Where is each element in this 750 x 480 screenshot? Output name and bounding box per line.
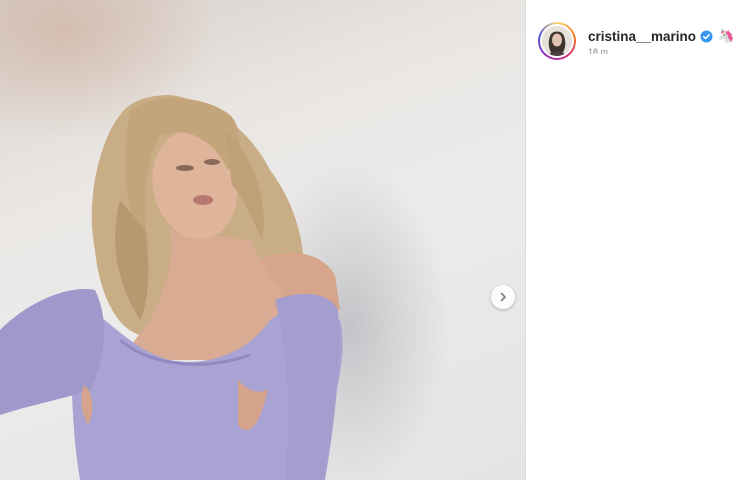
post-header: cristina__marino 🦄 18 m: [538, 22, 734, 60]
post-viewer: cristina__marino 🦄 18 m: [0, 0, 750, 480]
post-side-panel: cristina__marino 🦄 18 m: [526, 0, 750, 480]
post-meta: cristina__marino 🦄 18 m: [588, 22, 734, 54]
unicorn-emoji: 🦄: [718, 28, 735, 43]
post-photo: [0, 95, 343, 480]
avatar-story-ring[interactable]: [538, 22, 576, 60]
verified-badge-icon: [700, 29, 713, 43]
avatar-image: [542, 26, 572, 56]
post-media[interactable]: [0, 0, 525, 480]
post-timestamp: 18 m: [588, 47, 609, 54]
next-photo-button[interactable]: [491, 285, 515, 309]
username-row: cristina__marino 🦄: [588, 28, 734, 44]
avatar: [542, 26, 572, 56]
username-link[interactable]: cristina__marino: [588, 29, 696, 44]
avatar-frame: [540, 24, 574, 58]
chevron-right-icon: [500, 292, 506, 302]
